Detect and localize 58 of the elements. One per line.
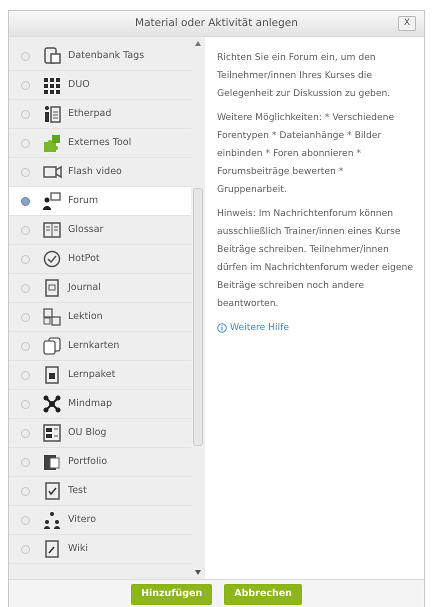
radio-button[interactable] — [21, 312, 30, 322]
grid-icon — [42, 75, 62, 95]
puzzle-icon — [42, 133, 62, 153]
description-text: Richten Sie ein Forum ein, um den Teilnehmer/innen Ihres Kurses die Gelegenheit zur Diskussion zu geben. — [217, 51, 392, 101]
description-text: Weitere Möglichkeiten: * Verschiedene Forentypen * Dateianhänge * Bilder einbinden * Foren abonnieren * Forumsbeiträge bewerten * Gruppenarbeit. — [217, 111, 396, 197]
radio-button[interactable] — [21, 544, 30, 554]
radio-button[interactable] — [21, 486, 30, 496]
activity-item[interactable]: Lektion — [9, 303, 191, 332]
activity-item[interactable]: Etherpad — [9, 100, 191, 129]
radio-button[interactable] — [21, 370, 30, 380]
radio-button[interactable] — [21, 52, 30, 60]
activity-item[interactable]: Journal — [9, 274, 191, 303]
activity-item[interactable]: Datenbank Tags — [9, 42, 191, 71]
radio-button[interactable] — [21, 168, 30, 176]
dialog-title: Material oder Aktivität anlegen — [135, 16, 298, 31]
radio-button[interactable] — [21, 110, 30, 118]
activity-item[interactable]: Wiki — [9, 535, 191, 564]
activity-item[interactable]: Externes Tool — [9, 129, 191, 158]
database-icon — [42, 46, 62, 66]
book-icon — [42, 220, 62, 240]
help-link[interactable]: Weitere Hilfe — [217, 319, 290, 337]
network-icon — [42, 394, 62, 414]
checkmark-circle-icon — [42, 249, 62, 269]
scrollbar-thumb[interactable] — [193, 188, 203, 446]
radio-button[interactable] — [21, 342, 30, 350]
layout-icon — [42, 423, 62, 443]
radio-button[interactable] — [21, 254, 30, 264]
activity-item[interactable]: HotPot — [9, 245, 191, 274]
scroll-up-icon[interactable] — [195, 41, 201, 46]
activity-item[interactable]: Test — [9, 477, 191, 506]
pages-icon — [42, 307, 62, 327]
radio-button[interactable] — [21, 226, 30, 234]
radio-button[interactable] — [21, 400, 30, 408]
cards-icon — [42, 336, 62, 356]
radio-button[interactable] — [21, 80, 30, 90]
close-button[interactable]: X — [398, 16, 416, 31]
radio-button[interactable] — [21, 428, 30, 438]
description-text: Hinweis: Im Nachrichtenforum können ausschließlich Trainer/innen eines Kurse Beiträge schreiben. Teilnehmer/innen dürfen im Nachrichtenforum weder eigene Beiträge schreiben noch andere beantworten. — [217, 207, 414, 311]
radio-button[interactable] — [21, 138, 30, 148]
activity-item[interactable]: Lernkarten — [9, 332, 191, 361]
radio-button[interactable] — [21, 284, 30, 292]
people-icon — [42, 510, 62, 530]
people-chat-icon — [42, 191, 62, 211]
activity-item[interactable]: Mindmap — [9, 390, 191, 419]
document-icon — [42, 104, 62, 124]
radio-button[interactable] — [21, 458, 30, 466]
activity-item[interactable]: DUO — [9, 71, 191, 100]
radio-button[interactable] — [21, 516, 30, 524]
folder-icon — [42, 452, 62, 472]
info-icon — [217, 323, 227, 333]
activity-item[interactable]: Glossar — [9, 216, 191, 245]
scroll-down-icon[interactable] — [195, 570, 201, 575]
radio-button[interactable] — [21, 196, 30, 206]
activity-item[interactable]: Lernpaket — [9, 361, 191, 390]
activity-item[interactable]: OU Blog — [9, 419, 191, 448]
activity-item[interactable]: Vitero — [9, 506, 191, 535]
activity-item[interactable]: Forum — [9, 187, 191, 216]
activity-item[interactable]: Portfolio — [9, 448, 191, 477]
